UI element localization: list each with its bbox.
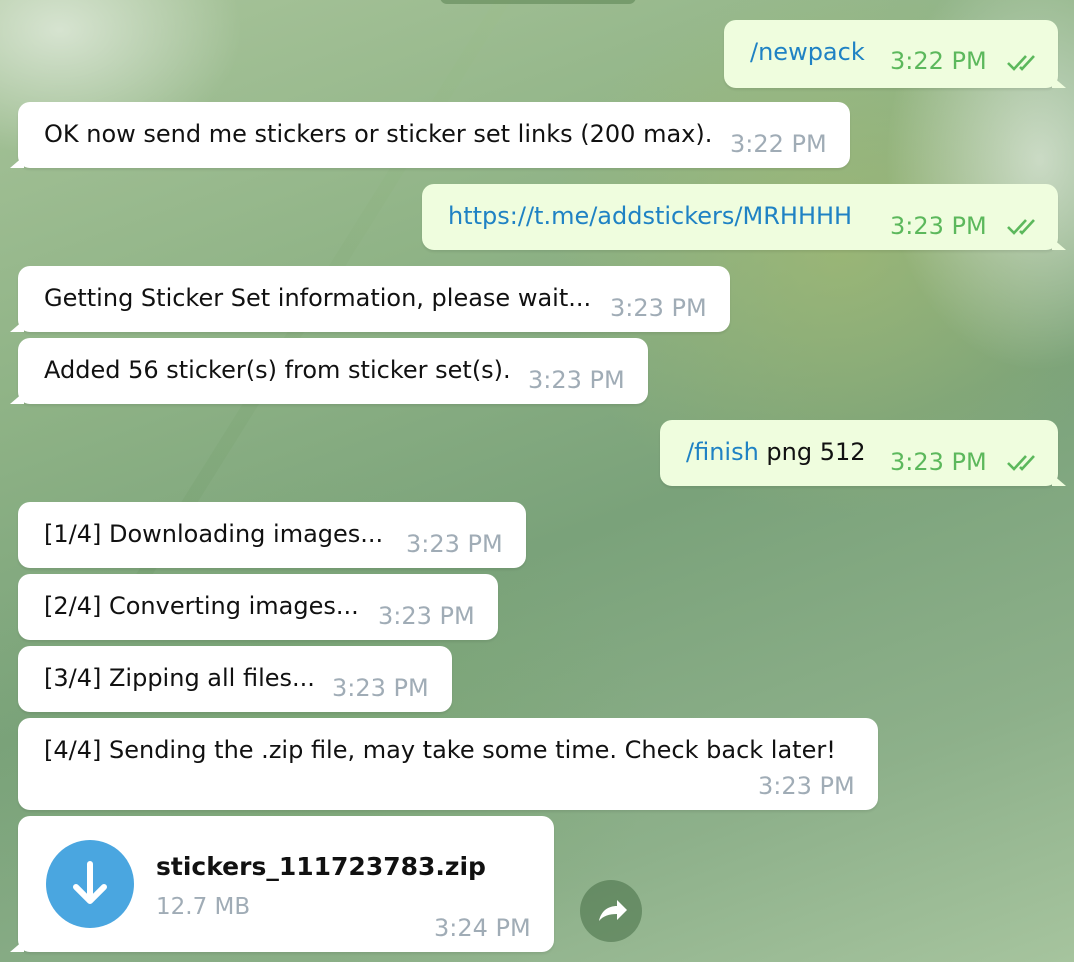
message-time: 3:23 PM xyxy=(758,772,855,800)
message-outgoing[interactable]: /finish png 512 3:23 PM xyxy=(660,420,1066,486)
message-text: [4/4] Sending the .zip file, may take so… xyxy=(44,736,836,764)
message-incoming[interactable]: [1/4] Downloading images... 3:23 PM xyxy=(18,502,526,568)
scrolled-message-edge xyxy=(440,0,636,4)
message-time: 3:23 PM xyxy=(332,674,429,702)
message-time: 3:23 PM xyxy=(378,602,475,630)
message-incoming[interactable]: OK now send me stickers or sticker set l… xyxy=(10,102,850,168)
command-link[interactable]: /newpack xyxy=(750,38,865,66)
bubble-tail xyxy=(10,320,24,332)
double-check-icon xyxy=(1007,219,1035,235)
bubble-tail xyxy=(10,392,24,404)
message-text: [2/4] Converting images... xyxy=(44,592,359,620)
download-button[interactable] xyxy=(46,840,134,928)
file-size: 12.7 MB xyxy=(156,894,251,920)
sticker-set-link[interactable]: https://t.me/addstickers/MRHHHH xyxy=(448,202,852,230)
message-text: Getting Sticker Set information, please … xyxy=(44,284,592,312)
share-button[interactable] xyxy=(580,880,642,942)
message-time: 3:22 PM xyxy=(730,130,827,158)
message-incoming[interactable]: [2/4] Converting images... 3:23 PM xyxy=(18,574,498,640)
message-time: 3:23 PM xyxy=(528,366,625,394)
message-time: 3:24 PM xyxy=(434,914,531,942)
message-incoming[interactable]: [4/4] Sending the .zip file, may take so… xyxy=(18,718,878,810)
message-incoming[interactable]: Added 56 sticker(s) from sticker set(s).… xyxy=(10,338,648,404)
message-text: /finish png 512 xyxy=(686,438,866,466)
message-time: 3:22 PM xyxy=(890,47,987,75)
message-time: 3:23 PM xyxy=(610,294,707,322)
bubble-tail xyxy=(10,940,24,952)
message-text: [3/4] Zipping all files... xyxy=(44,664,315,692)
message-time: 3:23 PM xyxy=(890,448,987,476)
double-check-icon xyxy=(1007,455,1035,471)
file-name[interactable]: stickers_111723783.zip xyxy=(156,852,486,881)
message-text: Added 56 sticker(s) from sticker set(s). xyxy=(44,356,511,384)
message-outgoing[interactable]: https://t.me/addstickers/MRHHHH 3:23 PM xyxy=(422,184,1066,250)
bubble-tail xyxy=(1052,238,1066,250)
message-text: OK now send me stickers or sticker set l… xyxy=(44,120,713,148)
message-incoming[interactable]: [3/4] Zipping all files... 3:23 PM xyxy=(18,646,452,712)
bubble-tail xyxy=(1052,76,1066,88)
command-args: png 512 xyxy=(758,438,866,466)
message-time: 3:23 PM xyxy=(406,530,503,558)
bubble-tail xyxy=(10,156,24,168)
message-time: 3:23 PM xyxy=(890,212,987,240)
double-check-icon xyxy=(1007,55,1035,71)
share-arrow-icon xyxy=(599,900,627,921)
message-outgoing[interactable]: /newpack 3:22 PM xyxy=(724,20,1066,88)
message-incoming[interactable]: Getting Sticker Set information, please … xyxy=(10,266,730,332)
bubble-tail xyxy=(1052,474,1066,486)
download-arrow-icon xyxy=(73,861,107,904)
command-link[interactable]: /finish xyxy=(686,438,759,466)
message-text: [1/4] Downloading images... xyxy=(44,520,384,548)
message-file[interactable]: stickers_111723783.zip 12.7 MB 3:24 PM xyxy=(10,816,554,952)
